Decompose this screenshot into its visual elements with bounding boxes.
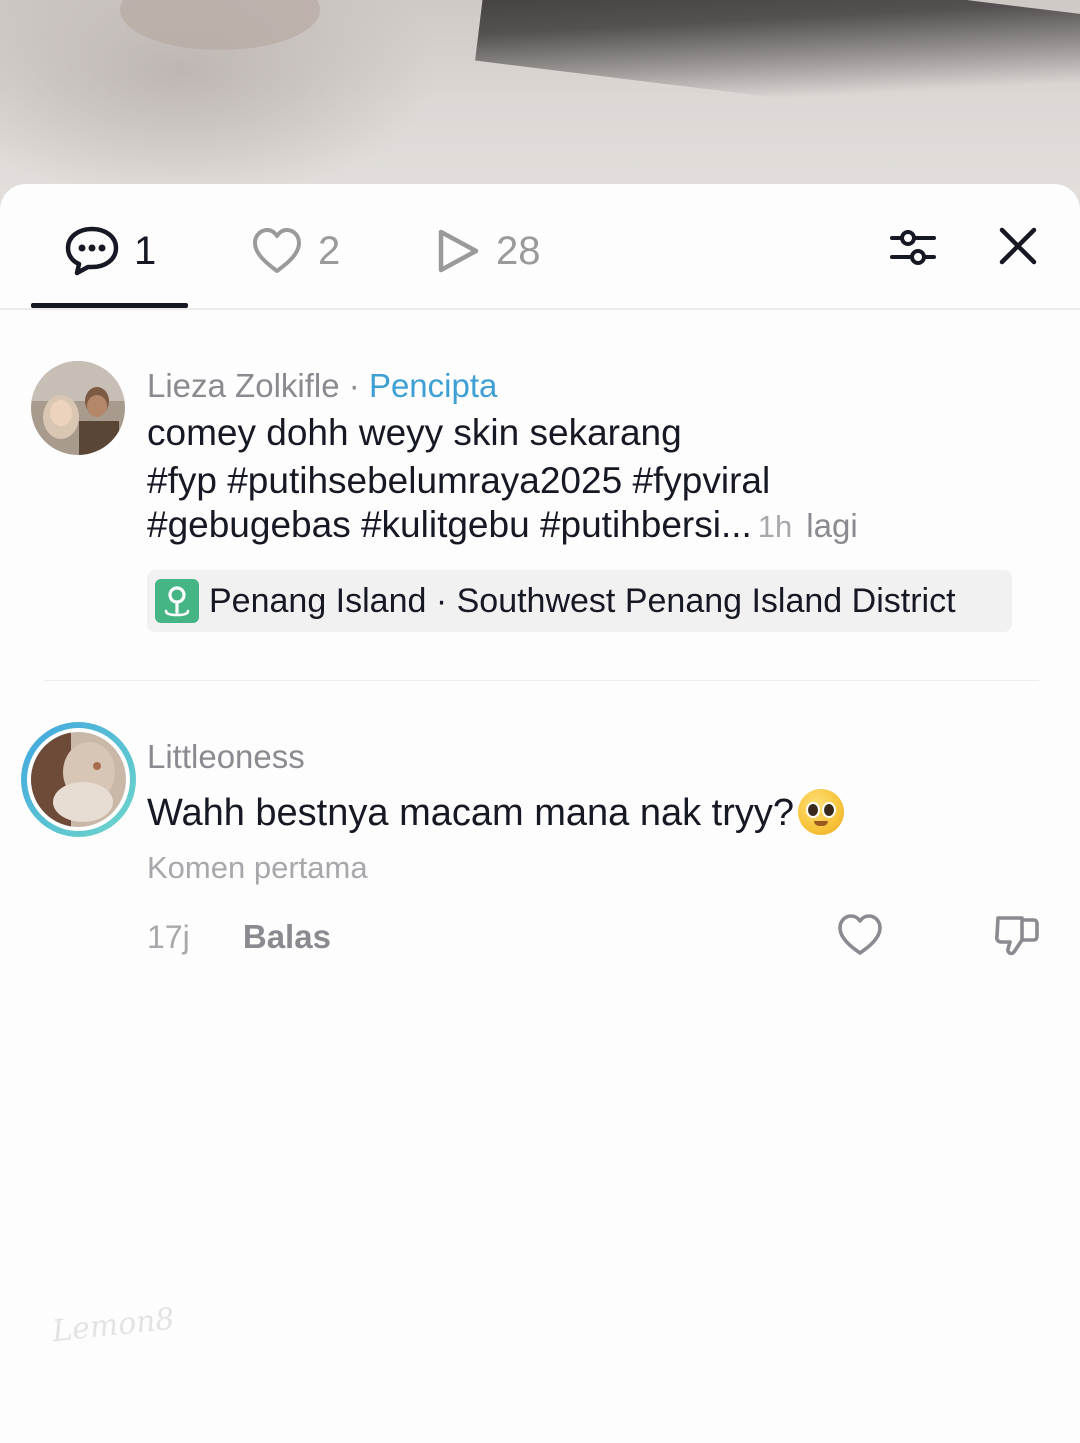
comment-text: Wahh bestnya macam mana nak tryy? [147,792,794,834]
caption-time: 1h [757,509,793,544]
avatar [31,732,126,827]
avatar-ring[interactable] [21,722,136,837]
heart-icon[interactable] [836,912,884,963]
caption-line-3: #gebugebas #kulitgebu #putihbersi... 1h la… [147,502,858,550]
tab-views[interactable]: 28 [434,222,541,280]
creator-badge: Pencipta [368,367,498,404]
tab-likes[interactable]: 2 [250,222,340,280]
comment-author[interactable]: Littleoness [147,738,305,776]
close-icon[interactable] [996,224,1040,273]
active-tab-indicator [31,303,188,308]
dislike-icon[interactable] [992,912,1042,965]
tab-likes-count: 2 [318,228,341,273]
caption-author-line: Lieza Zolkifle · Pencipta [147,367,497,405]
comment-time: 17j [147,919,190,955]
location-tag[interactable]: Penang Island · Southwest Penang Island … [147,570,1012,632]
sliders-icon[interactable] [888,224,938,275]
caption-separator: · [348,367,360,404]
location-pin-icon [155,579,199,623]
pleading-face-emoji [797,788,844,835]
comments-sheet: 1 2 28 Lieza Zolkifle · Pencipta comey d… [0,184,1080,1443]
reply-button[interactable]: Balas [243,918,331,955]
caption-line-1: comey dohh weyy skin sekarang [147,412,682,453]
avatar[interactable] [31,361,125,455]
caption-author[interactable]: Lieza Zolkifle [147,367,340,404]
first-comment-label: Komen pertama [147,850,368,885]
comment-text-line: Wahh bestnya macam mana nak tryy? [147,788,844,838]
divider [44,680,1039,681]
play-icon [434,226,482,276]
watermark-logo: Lemon8 [50,1301,177,1350]
hashtags-line-2[interactable]: #fyp #putihsebelumraya2025 #fypviral [147,460,770,501]
comments-tabbar: 1 2 28 [0,184,1080,310]
tab-comments-count: 1 [134,228,157,273]
comment-actions: 17j Balas [147,918,331,956]
hashtags-line-3[interactable]: #gebugebas #kulitgebu #putihbersi... [147,504,752,545]
heart-icon [250,226,304,276]
comment-icon [64,225,120,277]
location-label: Penang Island · Southwest Penang Island … [209,581,956,620]
more-button[interactable]: lagi [806,507,857,544]
caption-line-2: #fyp #putihsebelumraya2025 #fypviral [147,458,770,504]
tab-comments[interactable]: 1 [64,222,156,280]
tab-views-count: 28 [496,228,541,273]
